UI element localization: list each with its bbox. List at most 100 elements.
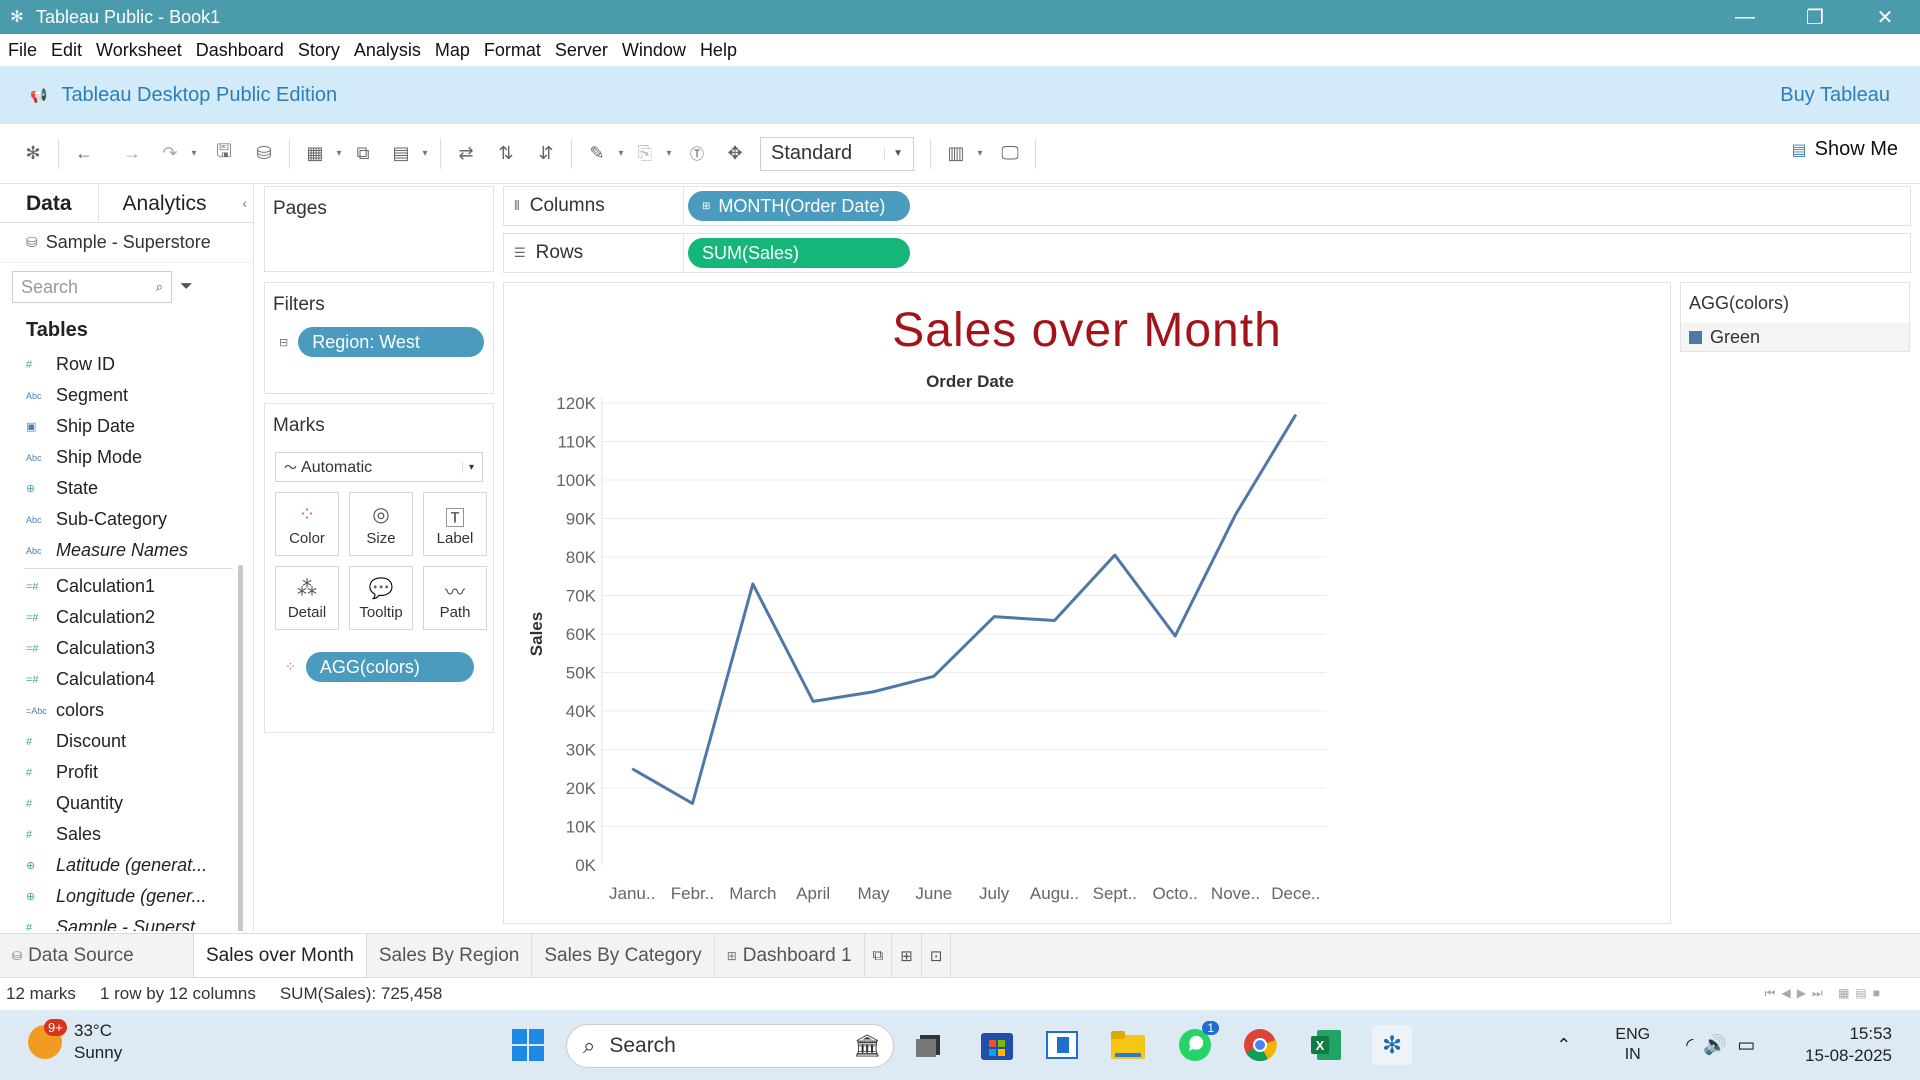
clear-dropdown-icon[interactable]: ▾ <box>418 137 432 171</box>
excel-icon[interactable]: X <box>1306 1025 1346 1065</box>
show-cards-dropdown-icon[interactable]: ▾ <box>973 137 987 171</box>
field-sub-category[interactable]: Abc Sub-Category <box>0 504 253 535</box>
buy-tableau-link[interactable]: Buy Tableau <box>1780 84 1890 107</box>
field-profit[interactable]: # Profit <box>0 757 253 788</box>
filter-icon[interactable]: ⏷ <box>180 278 193 296</box>
menu-edit[interactable]: Edit <box>51 40 82 61</box>
rows-pill[interactable]: SUM(Sales) <box>688 238 910 268</box>
tab-sales-by-region[interactable]: Sales By Region <box>367 933 533 978</box>
tab-dashboard-1[interactable]: ⊞ Dashboard 1 <box>715 933 865 978</box>
menu-worksheet[interactable]: Worksheet <box>96 40 182 61</box>
field-latitude[interactable]: ⊕ Latitude (generat... <box>0 850 253 881</box>
close-icon[interactable]: ✕ <box>1850 0 1920 34</box>
field-sales[interactable]: # Sales <box>0 819 253 850</box>
show-cards-icon[interactable]: ▥ <box>939 137 973 171</box>
show-hidden-icons-icon[interactable]: ⌃ <box>1556 1035 1571 1056</box>
tab-data[interactable]: Data <box>0 185 99 223</box>
wifi-volume-battery-icons[interactable]: ◜🔊▭ <box>1686 1033 1765 1057</box>
label-button[interactable]: 🅃 Label <box>423 492 487 556</box>
redo-dropdown-icon[interactable]: ▾ <box>187 137 201 171</box>
redo-icon[interactable]: ↷ <box>153 137 187 171</box>
taskbar-search[interactable]: ⌕ Search 🏛 <box>566 1024 894 1068</box>
highlight-dropdown-icon[interactable]: ▾ <box>614 137 628 171</box>
tab-sales-by-category[interactable]: Sales By Category <box>532 933 715 978</box>
menu-server[interactable]: Server <box>555 40 608 61</box>
new-data-source-icon[interactable]: ⛁ <box>247 137 281 171</box>
fit-dropdown[interactable]: Standard ▼ <box>760 136 914 171</box>
show-me-button[interactable]: ▤ Show Me <box>1792 138 1899 161</box>
tableau-logo-icon[interactable]: ✻ <box>16 137 50 171</box>
chrome-icon[interactable] <box>1240 1025 1280 1065</box>
presentation-mode-icon[interactable]: 🖵 <box>993 137 1027 171</box>
size-button[interactable]: ◎ Size <box>349 492 413 556</box>
field-row-id[interactable]: # Row ID <box>0 349 253 380</box>
whatsapp-icon[interactable]: 1 <box>1175 1021 1219 1065</box>
windows-start-icon[interactable] <box>508 1025 548 1065</box>
data-pane-scrollbar[interactable] <box>238 565 243 931</box>
group-dropdown-icon[interactable]: ▾ <box>662 137 676 171</box>
field-ship-date[interactable]: ▣ Ship Date <box>0 411 253 442</box>
sheet-navigation-icons[interactable]: ⏮◀▶⏭ ▦▤■ <box>1765 986 1886 1001</box>
field-ship-mode[interactable]: Abc Ship Mode <box>0 442 253 473</box>
restore-icon[interactable]: ❐ <box>1780 0 1850 34</box>
path-button[interactable]: 〰 Path <box>423 566 487 630</box>
menu-dashboard[interactable]: Dashboard <box>196 40 284 61</box>
menu-window[interactable]: Window <box>622 40 686 61</box>
new-story-tab-icon[interactable]: ⊡ <box>922 933 952 978</box>
field-calculation4[interactable]: =# Calculation4 <box>0 664 253 695</box>
file-explorer-icon[interactable] <box>1108 1025 1148 1065</box>
menu-format[interactable]: Format <box>484 40 541 61</box>
task-view-icon[interactable] <box>908 1025 948 1065</box>
sort-descending-icon[interactable]: ⇵ <box>529 137 563 171</box>
new-worksheet-icon[interactable]: ▦ <box>298 137 332 171</box>
menu-file[interactable]: File <box>8 40 37 61</box>
mark-type-dropdown[interactable]: 〜 Automatic ▾ <box>275 452 483 482</box>
detail-button[interactable]: ⁂ Detail <box>275 566 339 630</box>
weather-widget[interactable]: 9+ 33°C Sunny <box>28 1019 122 1064</box>
field-colors[interactable]: =Abc colors <box>0 695 253 726</box>
save-icon[interactable]: 🖫 <box>207 137 241 171</box>
minimize-icon[interactable]: — <box>1710 0 1780 34</box>
field-calculation1[interactable]: =# Calculation1 <box>0 571 253 602</box>
back-icon[interactable]: ← <box>67 137 101 171</box>
filter-pill-region[interactable]: Region: West <box>298 327 485 357</box>
highlight-icon[interactable]: ✎ <box>580 137 614 171</box>
collapse-pane-icon[interactable]: ‹ <box>242 195 247 211</box>
group-members-icon[interactable]: ⎘ <box>628 137 662 171</box>
filters-shelf[interactable]: Filters ⊟ Region: West <box>264 282 494 394</box>
field-quantity[interactable]: # Quantity <box>0 788 253 819</box>
field-discount[interactable]: # Discount <box>0 726 253 757</box>
show-mark-labels-icon[interactable]: Ⓣ <box>680 137 714 171</box>
menu-analysis[interactable]: Analysis <box>354 40 421 61</box>
new-worksheet-tab-icon[interactable]: ⧉ <box>865 933 893 978</box>
forward-icon[interactable]: → <box>115 137 149 171</box>
clear-sheet-icon[interactable]: ▤ <box>384 137 418 171</box>
duplicate-sheet-icon[interactable]: ⧉ <box>346 137 380 171</box>
app-icon[interactable] <box>1042 1025 1082 1065</box>
tab-data-source[interactable]: ⛁ Data Source <box>0 933 194 978</box>
tableau-taskbar-icon[interactable]: ✻ <box>1372 1025 1412 1065</box>
swap-rows-columns-icon[interactable]: ⇄ <box>449 137 483 171</box>
field-segment[interactable]: Abc Segment <box>0 380 253 411</box>
menu-help[interactable]: Help <box>700 40 737 61</box>
tab-analytics[interactable]: Analytics <box>99 185 231 223</box>
microsoft-store-icon[interactable] <box>977 1025 1017 1065</box>
color-button[interactable]: ⁘ Color <box>275 492 339 556</box>
new-worksheet-dropdown-icon[interactable]: ▾ <box>332 137 346 171</box>
rows-shelf[interactable]: ☰ Rows SUM(Sales) <box>503 233 1911 273</box>
clock[interactable]: 15:53 15-08-2025 <box>1805 1023 1892 1067</box>
field-record-count[interactable]: # Sample - Superst... <box>0 912 253 931</box>
menu-story[interactable]: Story <box>298 40 340 61</box>
columns-shelf[interactable]: ⦀ Columns ⊞ MONTH(Order Date) <box>503 186 1911 226</box>
tooltip-button[interactable]: 💬 Tooltip <box>349 566 413 630</box>
language-indicator[interactable]: ENG IN <box>1615 1025 1650 1065</box>
pin-axes-icon[interactable]: ✥ <box>718 137 752 171</box>
field-calculation2[interactable]: =# Calculation2 <box>0 602 253 633</box>
field-calculation3[interactable]: =# Calculation3 <box>0 633 253 664</box>
menu-map[interactable]: Map <box>435 40 470 61</box>
data-source-item[interactable]: ⛁ Sample - Superstore <box>0 223 253 263</box>
legend-item[interactable]: Green <box>1681 323 1909 351</box>
field-longitude[interactable]: ⊕ Longitude (gener... <box>0 881 253 912</box>
tab-sales-over-month[interactable]: Sales over Month <box>194 933 367 978</box>
columns-pill[interactable]: ⊞ MONTH(Order Date) <box>688 191 910 221</box>
